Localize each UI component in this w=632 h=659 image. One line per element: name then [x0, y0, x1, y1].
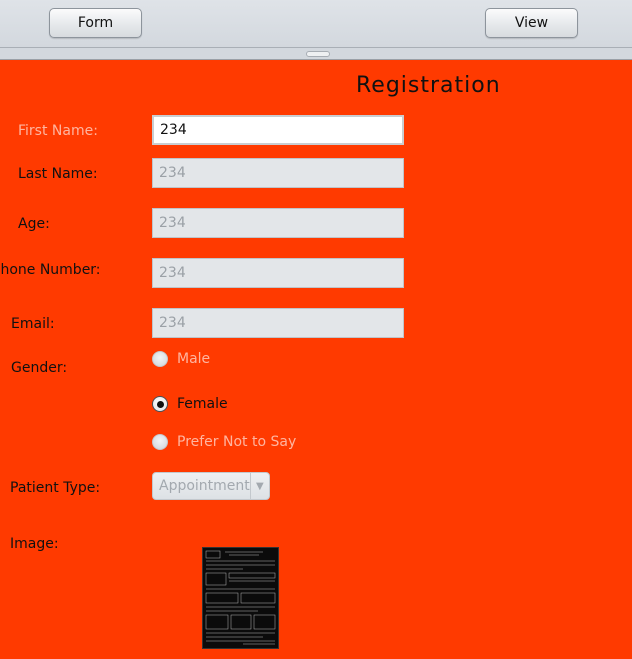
uploaded-document-thumbnail: [202, 547, 279, 649]
form-button[interactable]: Form: [49, 8, 142, 38]
phone-number-label: Phone Number:: [0, 262, 101, 278]
last-name-input[interactable]: [152, 158, 404, 188]
patient-type-select[interactable]: Appointment ▼: [152, 472, 270, 500]
patient-type-label: Patient Type:: [10, 480, 101, 496]
age-input[interactable]: [152, 208, 404, 238]
gender-option-label: Male: [177, 351, 211, 367]
email-label: Email:: [11, 316, 55, 332]
split-pane-divider[interactable]: [0, 48, 632, 60]
radio-checked-icon: [152, 396, 168, 412]
divider-grip-icon[interactable]: [306, 51, 330, 57]
view-button[interactable]: View: [485, 8, 578, 38]
last-name-label: Last Name:: [18, 166, 98, 182]
gender-option-male[interactable]: Male: [152, 351, 210, 367]
phone-number-input[interactable]: [152, 258, 404, 288]
gender-option-female[interactable]: Female: [152, 396, 228, 412]
dropdown-arrow-icon[interactable]: ▼: [249, 473, 269, 499]
top-toolbar: Form View: [0, 0, 632, 48]
email-input[interactable]: [152, 308, 404, 338]
form-title: Registration: [356, 73, 501, 98]
first-name-input[interactable]: [152, 115, 404, 145]
gender-option-prefer-not-to-say[interactable]: Prefer Not to Say: [152, 434, 296, 450]
age-label: Age:: [18, 216, 50, 232]
radio-unchecked-icon: [152, 434, 168, 450]
first-name-label: First Name:: [18, 123, 98, 139]
radio-unchecked-icon: [152, 351, 168, 367]
gender-label: Gender:: [11, 360, 68, 376]
image-label: Image:: [10, 536, 59, 552]
gender-option-label: Prefer Not to Say: [177, 434, 297, 450]
registration-form-panel: Registration First Name: Last Name: Age:…: [0, 60, 632, 659]
gender-option-label: Female: [177, 396, 228, 412]
patient-type-value: Appointment: [159, 478, 250, 494]
